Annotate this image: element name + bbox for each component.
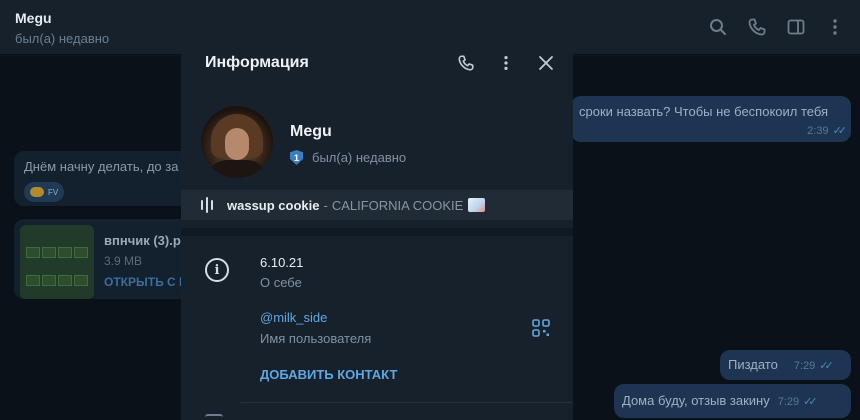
incoming-message[interactable]: Днём начну делать, до за FV — [14, 151, 202, 206]
file-thumbnail[interactable] — [20, 225, 94, 299]
info-icon: i — [205, 258, 229, 282]
open-file-link[interactable]: ОТКРЫТЬ С I — [104, 275, 182, 289]
file-message[interactable]: впнчик (3).p 3.9 MB ОТКРЫТЬ С I — [14, 219, 202, 299]
close-icon[interactable] — [535, 52, 557, 74]
message-meta: 2:39 ✓✓ — [579, 122, 848, 137]
section-divider — [181, 228, 573, 236]
song-artist: CALIFORNIA COOKIE — [331, 197, 464, 213]
reaction-emoji-icon — [30, 187, 44, 197]
message-time: 7:29 — [777, 396, 800, 408]
phone-icon[interactable] — [746, 16, 768, 38]
read-checks-icon: ✓✓ — [803, 396, 818, 408]
message-text: Дома буду, отзыв закину — [622, 393, 770, 408]
message-text: Пиздато — [728, 357, 778, 372]
message-time: 2:39 — [807, 125, 829, 137]
search-icon[interactable] — [707, 16, 729, 38]
chat-status: был(а) недавно — [15, 31, 110, 46]
divider — [241, 402, 573, 403]
bio-value[interactable]: 6.10.21 — [260, 255, 303, 270]
qr-code-icon[interactable] — [532, 319, 550, 337]
outgoing-message[interactable]: Пиздато 7:29 ✓✓ — [720, 350, 851, 380]
username-link[interactable]: @milk_side — [260, 310, 327, 325]
dialog-title: Информация — [205, 54, 309, 71]
chat-title[interactable]: Megu — [15, 10, 52, 26]
profile-name: Megu — [290, 123, 332, 140]
soundwave-icon — [201, 197, 213, 213]
more-vertical-icon[interactable] — [495, 52, 517, 74]
message-text: Днём начну делать, до за — [24, 159, 179, 174]
read-checks-icon: ✓✓ — [819, 360, 834, 372]
username-label: Имя пользователя — [260, 331, 372, 346]
message-time: 7:29 — [793, 360, 816, 372]
song-title: wassup cookie — [227, 197, 320, 213]
outgoing-message[interactable]: Дома буду, отзыв закину 7:29 ✓✓ — [614, 384, 851, 418]
partial-icon — [205, 414, 223, 420]
file-info: впнчик (3).p 3.9 MB ОТКРЫТЬ С I — [104, 225, 182, 293]
reaction-chip[interactable]: FV — [24, 182, 65, 202]
outgoing-message[interactable]: сроки назвать? Чтобы не беспокоил тебя 2… — [571, 96, 851, 142]
user-info-dialog: Информация Megu 1 был(а) недавно wassup … — [181, 36, 573, 420]
header-actions — [707, 16, 846, 38]
bio-label: О себе — [260, 275, 302, 290]
reaction-tag: FV — [48, 187, 59, 197]
more-vertical-icon[interactable] — [824, 16, 846, 38]
file-size: 3.9 MB — [104, 254, 143, 268]
song-cover-icon — [468, 198, 486, 212]
song-separator: - — [323, 197, 328, 213]
profile-status: был(а) недавно — [312, 150, 407, 165]
phone-icon[interactable] — [455, 52, 477, 74]
shield-badge-icon: 1 — [290, 150, 303, 165]
dialog-actions — [455, 52, 557, 74]
avatar[interactable] — [201, 106, 273, 178]
file-name: впнчик (3).p — [104, 233, 181, 248]
read-checks-icon: ✓✓ — [832, 125, 848, 137]
message-text: сроки назвать? Чтобы не беспокоил тебя — [579, 104, 829, 119]
profile-status-row: 1 был(а) недавно — [290, 150, 406, 165]
sidebar-toggle-icon[interactable] — [785, 16, 807, 38]
add-contact-button[interactable]: ДОБАВИТЬ КОНТАКТ — [260, 367, 397, 382]
profile-music-track[interactable]: wassup cookie - CALIFORNIA COOKIE — [181, 190, 573, 220]
